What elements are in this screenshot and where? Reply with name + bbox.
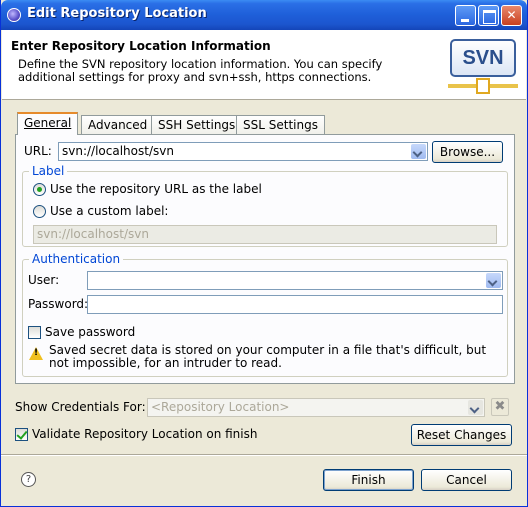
show-credentials-label: Show Credentials For: [15,400,146,414]
custom-label-field: svn://localhost/svn [33,225,497,244]
password-label: Password: [28,297,89,311]
tab-ssh-settings[interactable]: SSH Settings [151,115,243,134]
finish-button[interactable]: Finish [323,469,414,491]
warning-icon [29,347,43,360]
credentials-value: <Repository Location> [151,400,290,414]
svn-logo-text: SVN [450,39,516,77]
save-password-checkbox[interactable] [28,326,41,339]
header-description: Define the SVN repository location infor… [18,57,383,84]
close-button[interactable]: ✕ [501,5,522,26]
authentication-group: Authentication User: Password: Save pass… [22,252,508,377]
minimize-button[interactable] [455,5,476,26]
chevron-down-icon[interactable] [468,400,483,415]
chevron-down-icon[interactable] [486,273,501,288]
delete-credentials-icon[interactable]: ✖ [491,398,509,416]
user-label: User: [28,273,60,287]
url-value: svn://localhost/svn [62,144,174,158]
password-field[interactable] [87,295,503,314]
user-combo[interactable] [87,271,503,290]
authentication-group-title: Authentication [29,252,124,266]
window-title: Edit Repository Location [27,6,207,21]
content-panel: General Advanced SSH Settings SSL Settin… [11,110,519,390]
svn-logo: SVN [448,37,520,97]
validate-label: Validate Repository Location on finish [32,427,258,441]
reset-changes-button[interactable]: Reset Changes [411,424,512,446]
tab-general[interactable]: General [17,112,79,135]
validate-checkbox[interactable] [15,428,28,441]
radio-use-custom-label[interactable] [33,205,46,218]
warning-text: Saved secret data is stored on your comp… [49,343,487,370]
maximize-button[interactable] [478,5,499,26]
tab-ssl-settings[interactable]: SSL Settings [236,115,325,134]
header-title: Enter Repository Location Information [11,39,271,53]
tab-advanced[interactable]: Advanced [81,115,155,134]
credentials-combo[interactable]: <Repository Location> [147,398,485,417]
radio-use-custom-label-text: Use a custom label: [50,204,169,218]
label-group: Label Use the repository URL as the labe… [22,164,508,247]
label-group-title: Label [29,164,68,178]
help-icon[interactable]: ? [21,472,36,487]
cancel-button[interactable]: Cancel [421,469,512,491]
url-combo[interactable]: svn://localhost/svn [58,142,428,161]
browse-button[interactable]: Browse... [432,141,503,163]
bottom-separator [1,454,527,456]
dialog-header: Enter Repository Location Information De… [2,30,526,100]
radio-use-repo-url-label: Use the repository URL as the label [50,182,262,196]
save-password-label: Save password [45,325,136,339]
general-tab-panel: URL: svn://localhost/svn Browse... Label… [15,134,515,384]
radio-use-repo-url[interactable] [33,183,46,196]
chevron-down-icon[interactable] [411,144,426,159]
edit-repository-dialog: Edit Repository Location ✕ Enter Reposit… [0,0,528,507]
eclipse-app-icon [7,8,21,22]
title-bar[interactable]: Edit Repository Location ✕ [1,0,527,30]
url-label: URL: [24,144,52,158]
